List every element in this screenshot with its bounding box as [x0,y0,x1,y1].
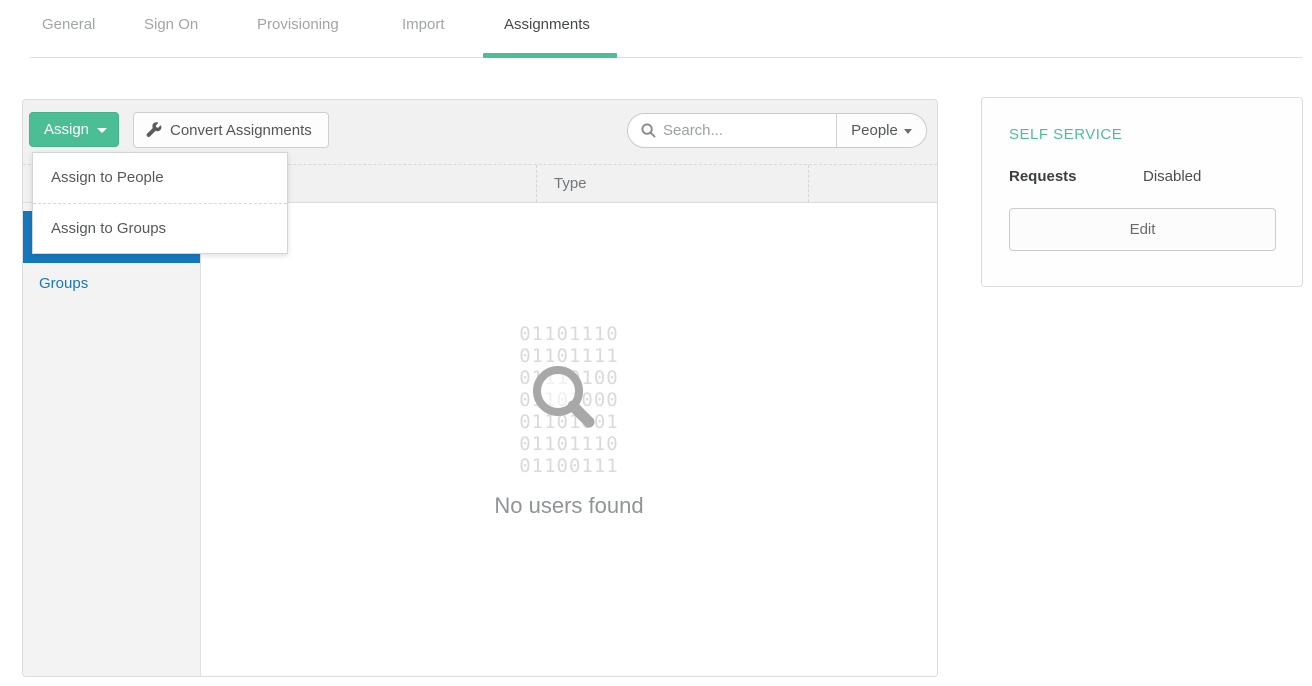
convert-assignments-label: Convert Assignments [170,122,312,139]
tab-import[interactable]: Import [402,16,445,33]
caret-down-icon [97,128,107,133]
binary-row: 01100111 [201,455,937,477]
tab-bar-divider [30,57,1302,58]
requests-status-value: Disabled [1143,168,1201,185]
self-service-title: SELF SERVICE [1009,126,1276,143]
convert-assignments-button[interactable]: Convert Assignments [133,112,329,148]
search-scope-dropdown[interactable]: People [836,114,926,147]
magnifier-glass-icon [523,358,603,438]
active-tab-indicator [483,53,617,58]
requests-label: Requests [1009,168,1143,185]
tab-bar: General Sign On Provisioning Import Assi… [0,0,1312,58]
edit-button[interactable]: Edit [1009,208,1276,251]
binary-row: 01101110 [201,323,937,345]
table-header-cell-type: Type [536,165,808,202]
self-service-requests-row: Requests Disabled [1009,168,1276,185]
tab-sign-on[interactable]: Sign On [144,16,198,33]
tab-assignments[interactable]: Assignments [504,16,590,33]
sidebar-item-groups[interactable]: Groups [23,263,200,303]
search-box [628,114,836,147]
table-header-cell-actions [808,165,937,202]
search-control: People [627,113,927,148]
search-icon [641,123,656,138]
caret-down-icon [904,129,912,134]
assign-dropdown-menu: Assign to People Assign to Groups [32,152,288,254]
filter-sidebar: People Groups [23,203,201,676]
tab-general[interactable]: General [42,16,95,33]
assign-button-label: Assign [44,121,89,138]
menu-item-assign-to-people[interactable]: Assign to People [33,153,287,203]
search-input[interactable] [663,122,813,139]
wrench-icon [146,122,162,138]
assignments-empty-state: 01101110 01101111 01110100 01101000 0110… [201,203,937,676]
menu-item-assign-to-groups[interactable]: Assign to Groups [33,203,287,253]
self-service-panel: SELF SERVICE Requests Disabled Edit [981,97,1303,287]
empty-state-message: No users found [201,493,937,519]
tab-provisioning[interactable]: Provisioning [257,16,339,33]
assign-button[interactable]: Assign [29,112,119,147]
search-scope-label: People [851,122,898,139]
